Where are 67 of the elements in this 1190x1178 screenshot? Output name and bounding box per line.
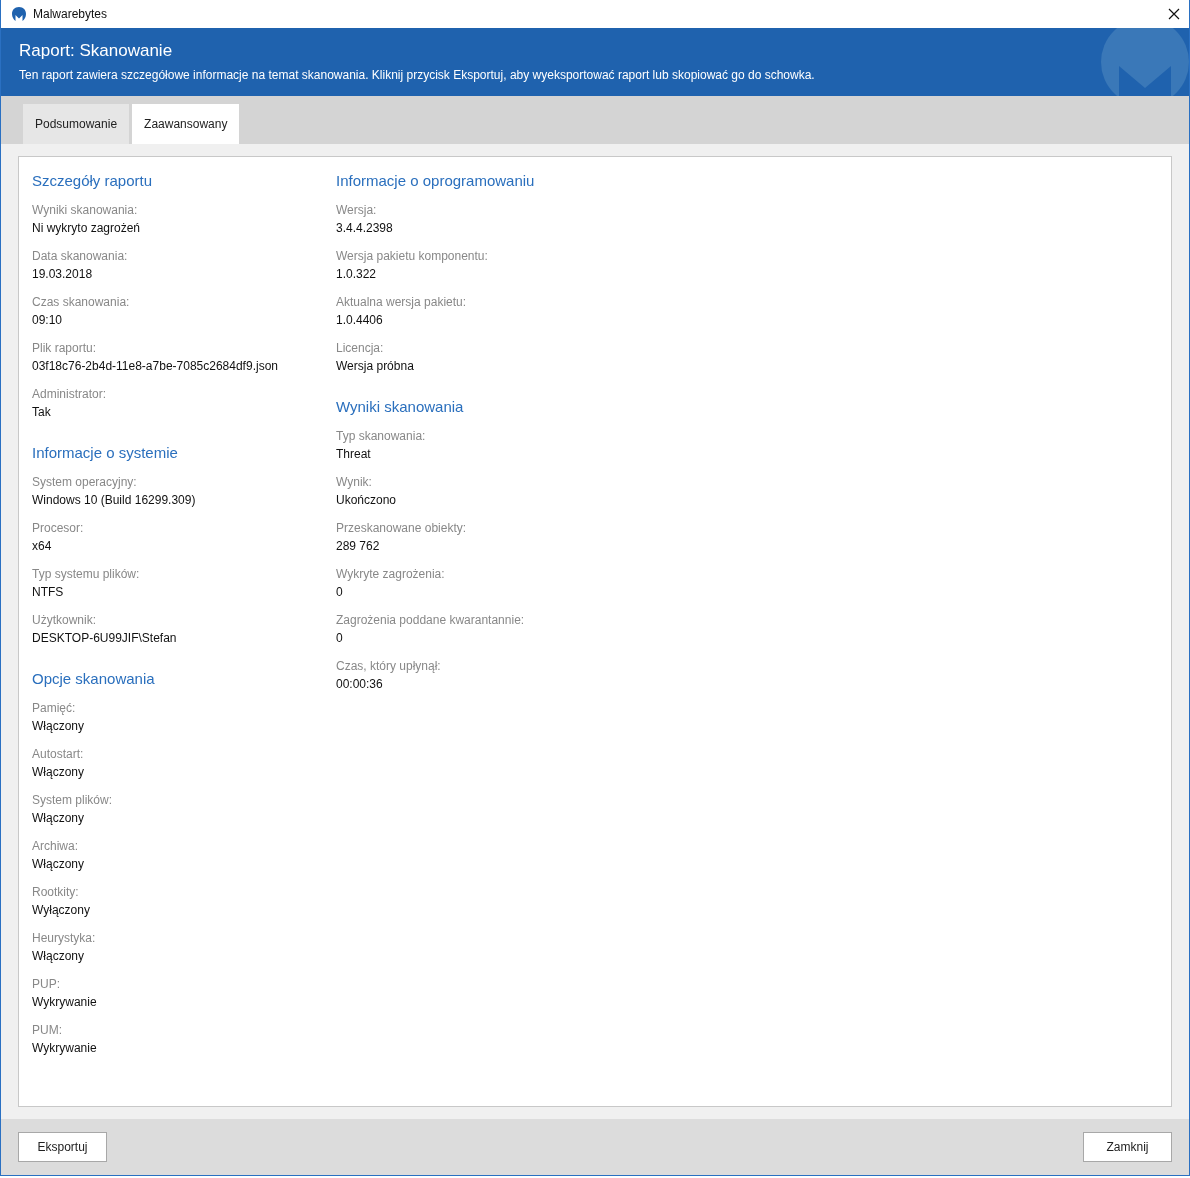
section-heading: Wyniki skanowania	[336, 397, 465, 417]
field-value: 00:00:36	[336, 676, 384, 693]
field-label: System operacyjny:	[32, 474, 138, 491]
field-label: Wynik:	[336, 474, 373, 491]
export-button[interactable]: Eksportuj	[18, 1132, 107, 1162]
close-button[interactable]: Zamknij	[1083, 1132, 1172, 1162]
field-value: 1.0.4406	[336, 312, 384, 329]
field-value: Włączony	[32, 718, 85, 735]
field-label: Wykryte zagrożenia:	[336, 566, 446, 583]
field-value: 0	[336, 630, 344, 647]
field-value: Wersja próbna	[336, 358, 415, 375]
field-value: DESKTOP-6U99JIF\Stefan	[32, 630, 178, 647]
report-title: Raport: Skanowanie	[19, 41, 174, 62]
field-value: Wyłączony	[32, 902, 91, 919]
field-label: Heurystyka:	[32, 930, 97, 947]
field-label: Typ systemu plików:	[32, 566, 141, 583]
section-heading: Informacje o systemie	[32, 443, 179, 463]
field-value: 0	[336, 584, 344, 601]
field-value: Windows 10 (Build 16299.309)	[32, 492, 197, 509]
field-label: Użytkownik:	[32, 612, 97, 629]
field-value: Włączony	[32, 856, 85, 873]
field-label: Autostart:	[32, 746, 85, 763]
tab[interactable]: Podsumowanie	[23, 104, 130, 144]
app-logo-icon	[11, 6, 27, 22]
report-description: Ten raport zawiera szczegółowe informacje na temat skanowania. Kliknij przycisk Eksportuj, aby wyeksportować raport lub skopiować go do schowka.	[19, 67, 816, 85]
field-value: 19.03.2018	[32, 266, 94, 283]
field-label: Plik raportu:	[32, 340, 98, 357]
section-heading: Informacje o oprogramowaniu	[336, 171, 536, 191]
field-value: 03f18c76-2b4d-11e8-a7be-7085c2684df9.json	[32, 358, 279, 375]
field-label: Licencja:	[336, 340, 385, 357]
field-label: Wersja:	[336, 202, 378, 219]
section-heading: Szczegóły raportu	[32, 171, 154, 191]
field-value: 1.0.322	[336, 266, 378, 283]
field-label: Wersja pakietu komponentu:	[336, 248, 489, 265]
field-label: Typ skanowania:	[336, 428, 427, 445]
field-label: Rootkity:	[32, 884, 80, 901]
field-value: 09:10	[32, 312, 64, 329]
field-label: Administrator:	[32, 386, 108, 403]
field-label: Wyniki skanowania:	[32, 202, 139, 219]
field-value: Włączony	[32, 810, 85, 827]
field-value: Włączony	[32, 764, 85, 781]
section-heading: Opcje skanowania	[32, 669, 156, 689]
field-value: Wykrywanie	[32, 994, 98, 1011]
field-label: Data skanowania:	[32, 248, 129, 265]
field-value: Wykrywanie	[32, 1040, 98, 1057]
field-label: Procesor:	[32, 520, 85, 537]
tab[interactable]: Zaawansowany	[132, 104, 240, 144]
field-value: NTFS	[32, 584, 65, 601]
field-label: Aktualna wersja pakietu:	[336, 294, 468, 311]
field-value: Ni wykryto zagrożeń	[32, 220, 142, 237]
field-label: Zagrożenia poddane kwarantannie:	[336, 612, 526, 629]
field-label: System plików:	[32, 792, 114, 809]
field-label: Przeskanowane obiekty:	[336, 520, 468, 537]
field-value: Ukończono	[336, 492, 398, 509]
window-title: Malwarebytes	[33, 6, 108, 23]
field-label: PUM:	[32, 1022, 63, 1039]
field-label: Archiwa:	[32, 838, 79, 855]
field-value: 289 762	[336, 538, 381, 555]
field-label: Pamięć:	[32, 700, 77, 717]
field-value: x64	[32, 538, 53, 555]
field-value: 3.4.4.2398	[336, 220, 394, 237]
field-label: Czas skanowania:	[32, 294, 131, 311]
field-label: Czas, który upłynął:	[336, 658, 442, 675]
field-label: PUP:	[32, 976, 61, 993]
field-value: Tak	[32, 404, 52, 421]
field-value: Threat	[336, 446, 372, 463]
field-value: Włączony	[32, 948, 85, 965]
